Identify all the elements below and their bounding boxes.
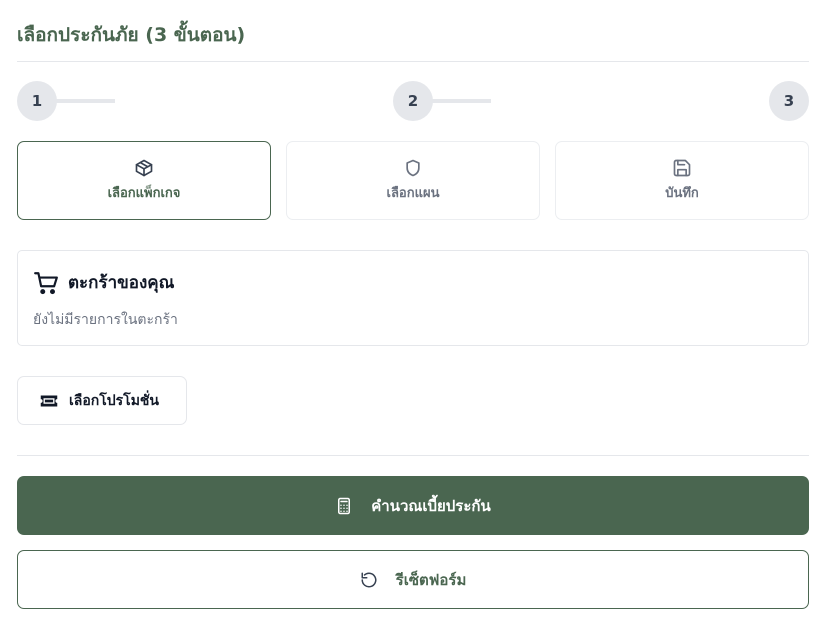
step-1-indicator: 1 [17,81,57,121]
reset-icon [361,572,377,587]
calculator-icon [338,497,351,514]
stepper: 1 2 3 [17,81,809,121]
shopping-cart-icon [34,271,58,294]
reset-form-label: รีเซ็ตฟอร์ม [395,571,467,589]
step-card-save[interactable]: บันทึก [555,141,809,220]
step-card-select-plan[interactable]: เลือกแผน [286,141,540,220]
cart-empty-message: ยังไม่มีรายการในตะกร้า [33,312,178,328]
actions-divider [17,455,809,456]
step-card-select-package[interactable]: เลือกแพ็กเกจ [17,141,271,220]
step-3-indicator: 3 [769,81,809,121]
title-divider [17,61,809,62]
shield-icon [406,159,420,177]
select-promotion-label: เลือกโปรโมชั่น [69,392,159,409]
step-2-indicator: 2 [393,81,433,121]
cart-title: ตะกร้าของคุณ [68,273,175,293]
step-card-label: บันทึก [665,186,699,201]
calculate-premium-button[interactable]: คำนวณเบี้ยประกัน [17,476,809,535]
save-icon [673,159,691,177]
step-card-label: เลือกแผน [386,186,440,201]
step-card-label: เลือกแพ็กเกจ [107,186,181,201]
calculate-premium-label: คำนวณเบี้ยประกัน [371,497,491,515]
cart-panel: ตะกร้าของคุณ ยังไม่มีรายการในตะกร้า [17,250,809,346]
reset-form-button[interactable]: รีเซ็ตฟอร์ม [17,550,809,609]
page-title: เลือกประกันภัย (3 ขั้นตอน) [17,24,246,46]
step-2-connector [431,99,491,103]
package-icon [135,159,153,177]
select-promotion-button[interactable]: เลือกโปรโมชั่น [17,376,187,425]
step-cards: เลือกแพ็กเกจ เลือกแผน บันทึก [17,141,809,220]
step-1-connector [55,99,115,103]
ticket-icon [40,395,58,406]
cart-header: ตะกร้าของคุณ [33,269,174,296]
